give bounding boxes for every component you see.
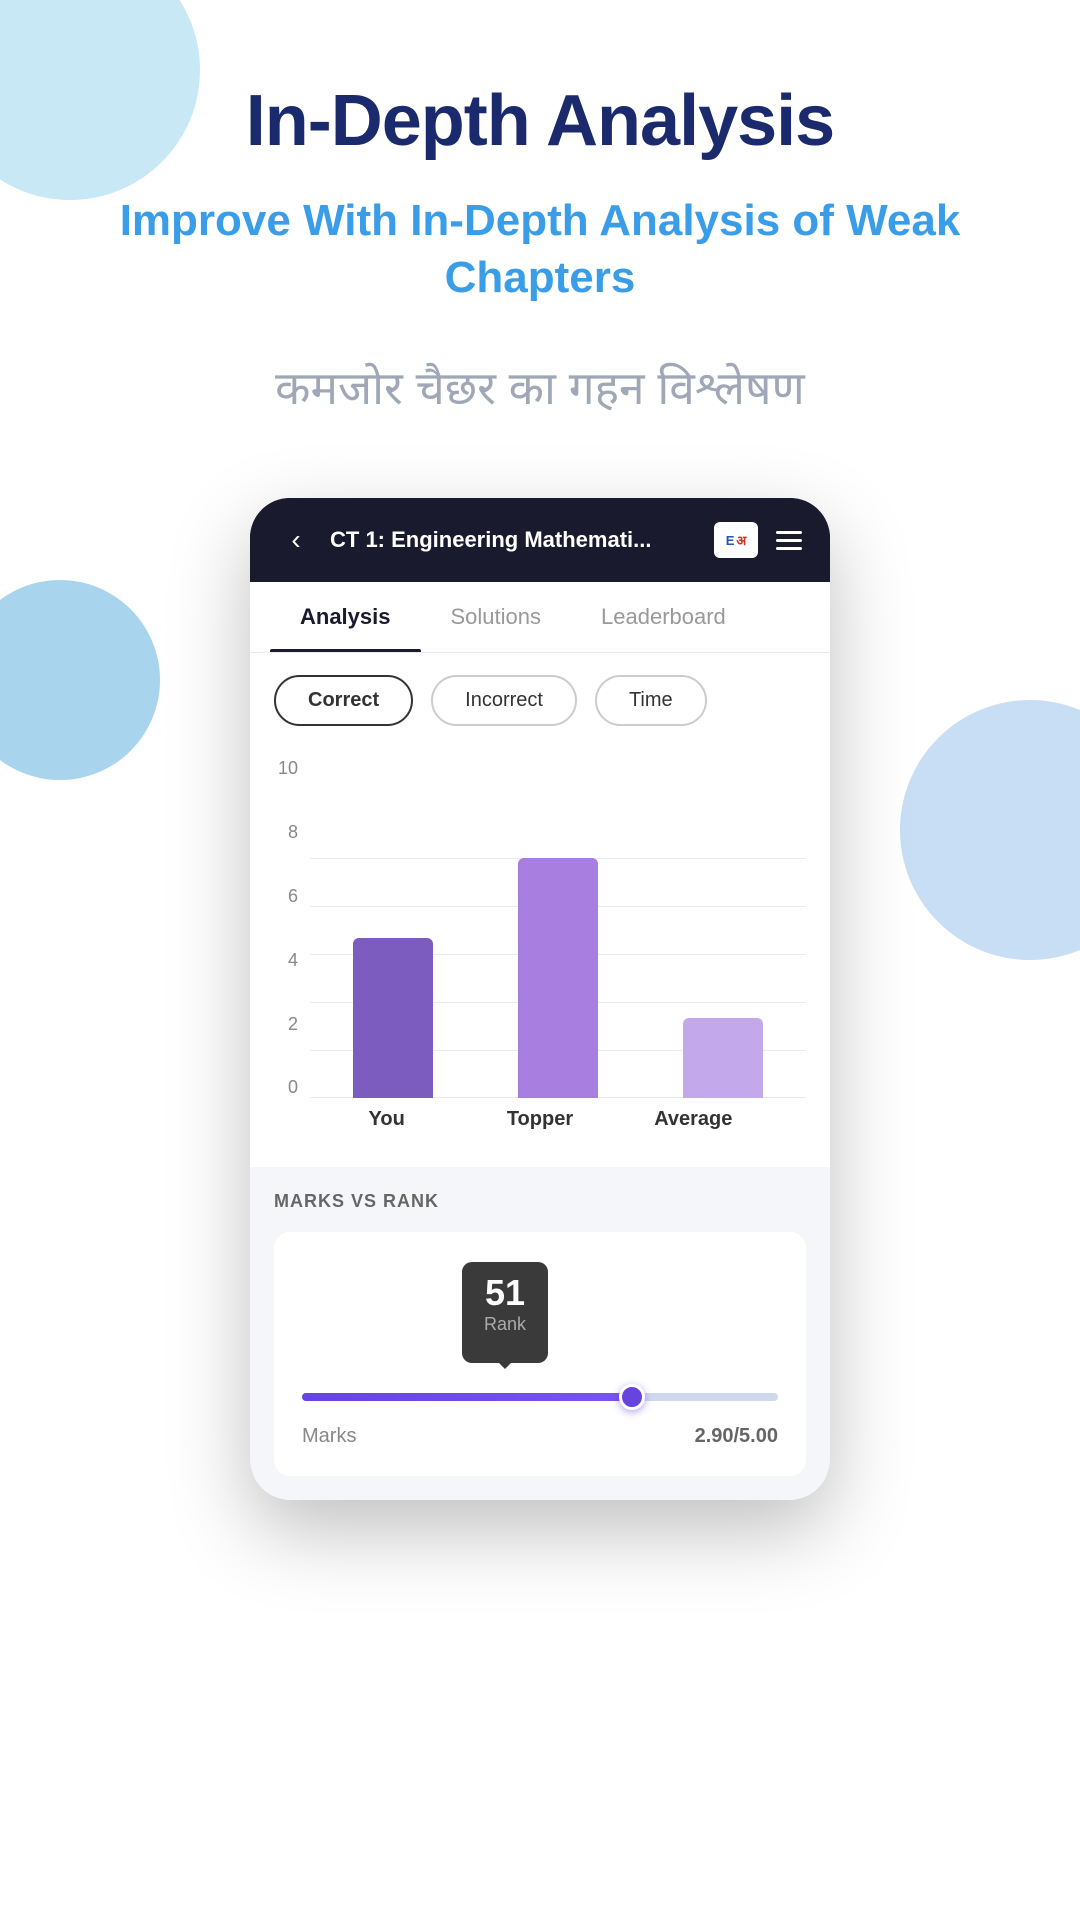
phone-screen-title: CT 1: Engineering Mathemati... [330,527,698,553]
tab-leaderboard[interactable]: Leaderboard [571,582,756,652]
filter-incorrect[interactable]: Incorrect [431,675,577,726]
header-icons: E अ [714,522,802,558]
y-label-10: 10 [274,758,298,779]
y-axis: 0 2 4 6 8 10 [274,758,310,1098]
phone-header: ‹ CT 1: Engineering Mathemati... E अ [250,498,830,582]
marks-label: Marks [302,1425,356,1448]
rank-card: 51 Rank Marks 2.90/5.00 [274,1232,806,1476]
edu-icon: E अ [714,522,758,558]
page-title: In-Depth Analysis [246,80,834,162]
bar-topper [518,858,598,1098]
marks-row: Marks 2.90/5.00 [302,1425,778,1448]
hindi-subtitle: कमजोर चैछर का गहन विश्लेषण [275,356,805,418]
marks-rank-section: MARKS VS RANK 51 Rank Marks [250,1167,830,1500]
x-axis-labels: You Topper Average [274,1098,806,1147]
phone-body: Analysis Solutions Leaderboard Correct I… [250,582,830,1500]
bar-average-rect [683,1018,763,1098]
tab-solutions[interactable]: Solutions [421,582,572,652]
chart-area: 0 2 4 6 8 10 [274,758,806,1098]
bar-you [353,938,433,1098]
slider-thumb[interactable] [619,1384,645,1410]
slider-fill [302,1393,645,1401]
menu-icon[interactable] [776,531,802,550]
slider-track[interactable] [302,1393,778,1401]
y-label-6: 6 [274,886,298,907]
chart-grid-bars [310,858,806,1098]
chart-container: 0 2 4 6 8 10 [250,748,830,1167]
y-label-4: 4 [274,950,298,971]
x-label-topper: Topper [480,1108,600,1131]
x-label-average: Average [633,1108,753,1131]
filter-row: Correct Incorrect Time [250,653,830,748]
marks-value: 2.90/5.00 [695,1425,778,1448]
marks-rank-title: MARKS VS RANK [274,1191,806,1212]
y-label-2: 2 [274,1014,298,1035]
tab-bar: Analysis Solutions Leaderboard [250,582,830,653]
rank-label: Rank [484,1314,526,1335]
bar-you-rect [353,938,433,1098]
page-subtitle: Improve With In-Depth Analysis of Weak C… [0,192,1080,306]
tab-analysis[interactable]: Analysis [270,582,421,652]
bar-topper-rect [518,858,598,1098]
y-label-0: 0 [274,1077,298,1098]
back-button[interactable]: ‹ [278,524,314,556]
bar-average [683,1018,763,1098]
y-label-8: 8 [274,822,298,843]
rank-tooltip: 51 Rank [462,1262,548,1363]
filter-correct[interactable]: Correct [274,675,413,726]
filter-time[interactable]: Time [595,675,707,726]
rank-number: 51 [484,1272,526,1314]
bars-group [310,858,806,1098]
x-label-you: You [327,1108,447,1131]
phone-mockup: ‹ CT 1: Engineering Mathemati... E अ Ana… [250,498,830,1500]
